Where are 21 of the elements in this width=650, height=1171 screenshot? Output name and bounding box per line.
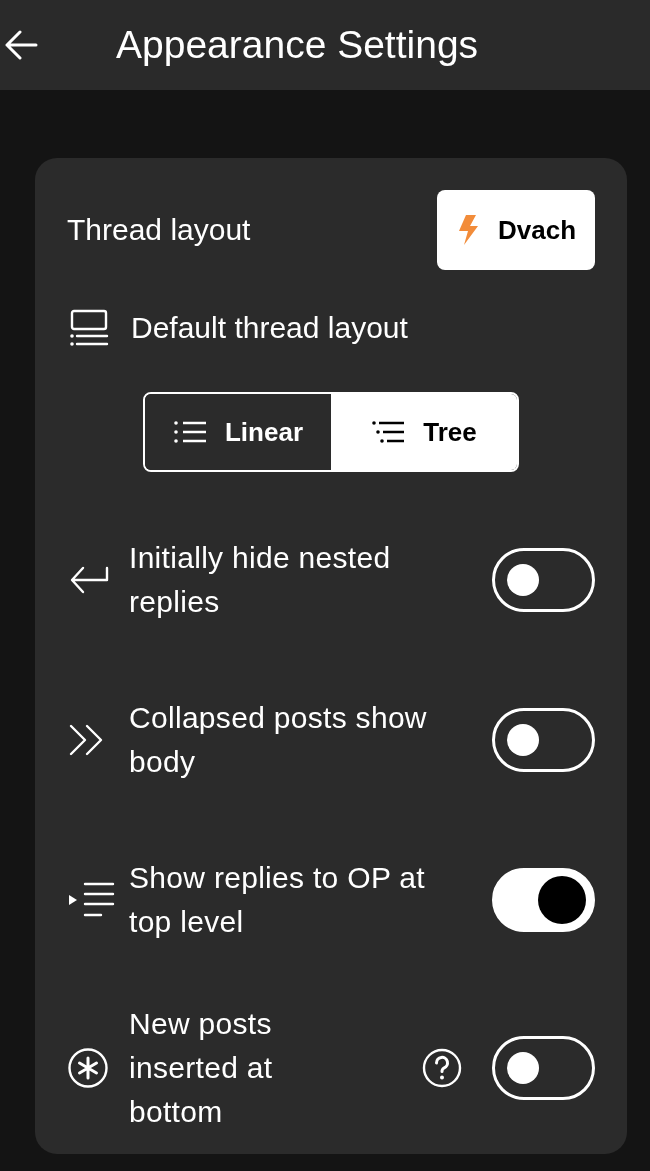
layout-icon xyxy=(69,309,109,347)
back-arrow-icon xyxy=(4,30,38,60)
toggle-switch[interactable] xyxy=(492,708,595,772)
help-button[interactable] xyxy=(422,1048,462,1088)
layout-option[interactable]: Tree xyxy=(331,394,517,470)
indent-list-icon xyxy=(67,881,115,919)
help-icon xyxy=(422,1048,462,1088)
list-icon xyxy=(173,420,207,444)
setting-label: Initially hide nested replies xyxy=(129,540,392,620)
setting-label: Default thread layout xyxy=(131,310,408,346)
imageboard-button[interactable]: Dvach xyxy=(437,190,595,270)
tree-list-icon xyxy=(371,420,406,444)
section-title: Thread layout xyxy=(67,213,251,247)
screen-title: Appearance Settings xyxy=(116,23,479,67)
setting-label: Collapsed posts show body xyxy=(129,700,428,780)
setting-label: New posts inserted at bottom xyxy=(129,1006,274,1130)
toggle-switch[interactable] xyxy=(492,1036,595,1100)
toggle-switch[interactable] xyxy=(492,868,595,932)
asterisk-circle-icon xyxy=(67,1047,109,1089)
setting-label: Show replies to OP at top level xyxy=(129,860,426,940)
toggle-switch[interactable] xyxy=(492,548,595,612)
